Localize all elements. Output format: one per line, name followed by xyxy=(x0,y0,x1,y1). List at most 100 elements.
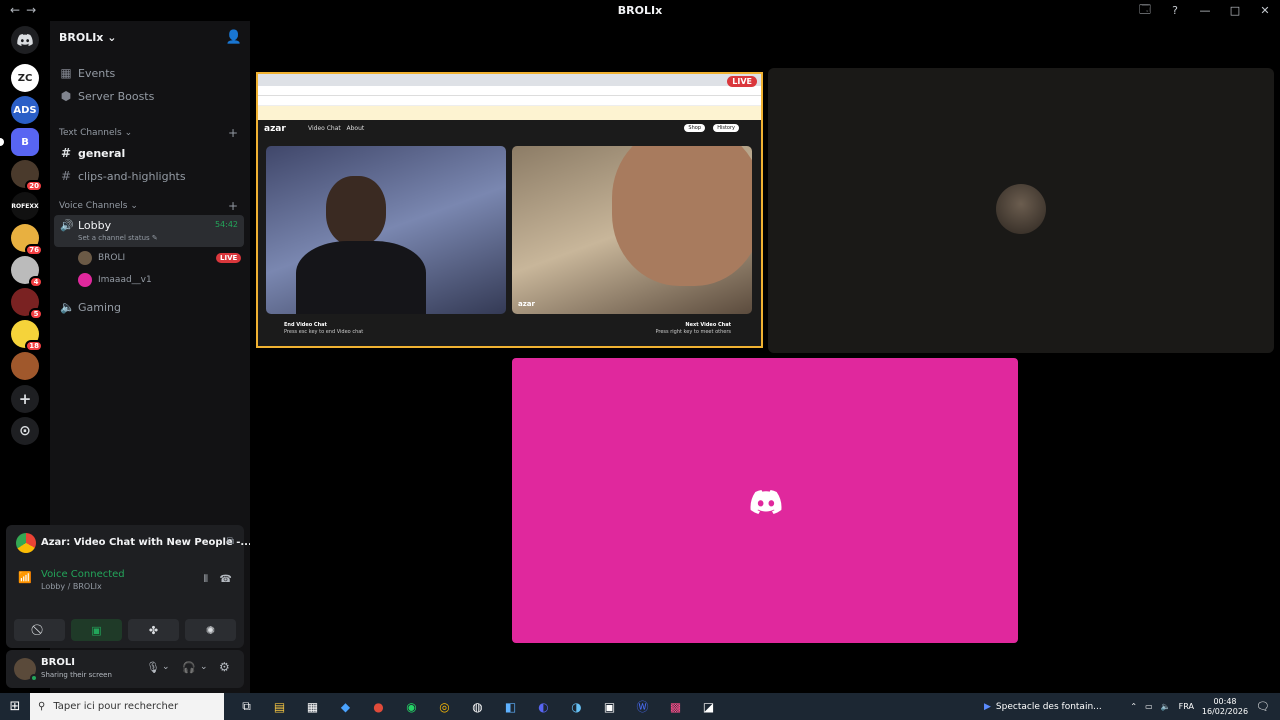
voice-channel-lobby[interactable]: 🔊 Lobby 54:42 Set a channel status ✎ xyxy=(54,215,244,247)
roblox-icon[interactable]: ◪ xyxy=(692,693,725,720)
media-widget[interactable]: ▶ Spectacle des fontain... xyxy=(984,693,1102,720)
chrome-icon xyxy=(16,533,36,553)
chevron-down-icon[interactable]: ⌄ xyxy=(162,662,170,672)
person-body xyxy=(296,241,426,314)
voice-user-imaaad[interactable]: Imaaad__v1 xyxy=(78,273,152,287)
status-label: Set a channel status xyxy=(78,234,150,242)
app-icon[interactable]: ◆ xyxy=(329,693,362,720)
home-button[interactable] xyxy=(11,26,39,54)
channel-status-prompt[interactable]: Set a channel status ✎ xyxy=(78,234,158,242)
volume-icon[interactable]: 🔈 xyxy=(1161,702,1171,711)
channel-label: clips-and-highlights xyxy=(78,169,186,183)
calendar-icon: ▦ xyxy=(60,66,72,80)
search-icon: ⚲ xyxy=(38,701,46,712)
app-icon[interactable]: Ⓦ xyxy=(626,693,659,720)
add-server-button[interactable]: + xyxy=(11,385,39,413)
voice-channels-category[interactable]: Voice Channels ⌄ xyxy=(59,201,138,211)
app-icon[interactable]: ▩ xyxy=(659,693,692,720)
chevron-up-icon[interactable]: ⌃ xyxy=(1130,702,1137,711)
help-icon[interactable]: ? xyxy=(1160,4,1190,17)
taskbar-search[interactable]: ⚲ Taper ici pour rechercher xyxy=(30,693,224,720)
activity-title: Azar: Video Chat with New People -... xyxy=(41,537,252,548)
close-button[interactable]: ✕ xyxy=(1250,4,1280,17)
boosts-label: Server Boosts xyxy=(78,89,155,103)
whatsapp-icon[interactable]: ◉ xyxy=(395,693,428,720)
voice-connected-label[interactable]: Voice Connected xyxy=(41,569,125,580)
inbox-icon[interactable]: 🗔 xyxy=(1130,1,1160,20)
windows-logo-icon: ⊞ xyxy=(9,699,21,714)
azar-remote-video: azar xyxy=(512,146,752,314)
discord-icon[interactable]: ◐ xyxy=(527,693,560,720)
category-label: Text Channels xyxy=(59,128,122,138)
voice-channel-path[interactable]: Lobby / BROLIx xyxy=(41,582,102,591)
server-icon[interactable]: B xyxy=(11,128,39,156)
server-icon[interactable]: 20 xyxy=(11,160,43,192)
disconnect-icon[interactable]: ☎ xyxy=(220,574,232,585)
server-icon[interactable]: 76 xyxy=(11,224,43,256)
activities-button[interactable]: ✤ xyxy=(128,619,179,641)
pencil-icon: ✎ xyxy=(151,234,158,242)
add-voice-channel-icon[interactable]: + xyxy=(228,199,238,213)
start-button[interactable]: ⊞ xyxy=(0,699,30,714)
file-explorer-icon[interactable]: ▤ xyxy=(263,693,296,720)
voice-channel-gaming[interactable]: 🔈 Gaming xyxy=(60,300,121,314)
stop-stream-icon[interactable]: ⧉ xyxy=(227,536,234,547)
avatar xyxy=(996,184,1046,234)
clock[interactable]: 00:48 16/02/2026 xyxy=(1202,697,1248,717)
notifications-icon[interactable]: 🗨 xyxy=(1256,700,1270,713)
task-view-icon[interactable]: ⧉ xyxy=(230,693,263,720)
language-indicator[interactable]: FRA xyxy=(1179,702,1194,711)
channel-general[interactable]: # general xyxy=(60,146,125,160)
azar-web-page: azar Video Chat About Shop History azar … xyxy=(258,120,761,346)
screen-share-tile[interactable]: azar Video Chat About Shop History azar … xyxy=(256,72,763,348)
text-channels-category[interactable]: Text Channels ⌄ xyxy=(59,128,132,138)
chevron-down-icon[interactable]: ⌄ xyxy=(200,662,208,672)
network-icon[interactable]: ▭ xyxy=(1145,702,1153,711)
server-icon[interactable]: ZC xyxy=(11,64,39,92)
nav-about: About xyxy=(346,125,365,132)
noise-suppression-icon[interactable]: ⦀ xyxy=(204,574,208,585)
screen-share-icon: ▣ xyxy=(91,623,102,637)
camera-off-button[interactable]: ⃠ xyxy=(14,619,65,641)
participant-tile-broli[interactable] xyxy=(768,68,1274,353)
clock-time: 00:48 xyxy=(1213,696,1237,706)
participant-tile-imaaad[interactable] xyxy=(512,358,1018,643)
media-title: Spectacle des fontain... xyxy=(995,701,1102,712)
epic-games-icon[interactable]: ▣ xyxy=(593,693,626,720)
events-link[interactable]: ▦ Events xyxy=(60,66,115,80)
server-boosts-link[interactable]: ⬢ Server Boosts xyxy=(60,89,155,103)
app-icon[interactable]: ● xyxy=(362,693,395,720)
maximize-button[interactable]: □ xyxy=(1220,4,1250,17)
hash-icon: # xyxy=(60,146,72,160)
minimize-button[interactable]: — xyxy=(1190,4,1220,17)
voice-stage: azar Video Chat About Shop History azar … xyxy=(250,21,1280,693)
discover-button[interactable]: ⊙ xyxy=(11,417,39,445)
channel-clips-and-highlights[interactable]: # clips-and-highlights xyxy=(60,169,186,183)
lobby-timer: 54:42 xyxy=(214,220,238,229)
store-icon[interactable]: ▦ xyxy=(296,693,329,720)
server-name-header[interactable]: BROLIx ⌄ xyxy=(59,31,116,44)
avatar xyxy=(78,273,92,287)
hash-icon: # xyxy=(60,169,72,183)
obs-icon[interactable]: ◍ xyxy=(461,693,494,720)
browser-bookmarks-bar xyxy=(258,96,761,106)
server-icon[interactable]: 18 xyxy=(11,320,43,352)
microphone-icon[interactable]: 🎙 xyxy=(146,661,160,674)
server-icon[interactable]: ROFEXX xyxy=(11,192,39,220)
server-icon[interactable]: 4 xyxy=(11,256,43,288)
invite-people-icon[interactable]: 👤 xyxy=(226,30,242,45)
server-icon[interactable]: 5 xyxy=(11,288,43,320)
voice-user-broli[interactable]: BROLI xyxy=(78,251,125,265)
screen-share-button[interactable]: ▣ xyxy=(71,619,122,641)
add-text-channel-icon[interactable]: + xyxy=(228,126,238,140)
app-icon[interactable]: ◧ xyxy=(494,693,527,720)
azar-history-button: History xyxy=(713,124,739,132)
soundboard-button[interactable]: ✺ xyxy=(185,619,236,641)
headset-icon[interactable]: 🎧 xyxy=(182,661,196,674)
chrome-icon[interactable]: ◎ xyxy=(428,693,461,720)
steam-icon[interactable]: ◑ xyxy=(560,693,593,720)
windows-taskbar: ⊞ ⚲ Taper ici pour rechercher ⧉ ▤ ▦ ◆ ● ◉… xyxy=(0,693,1280,720)
server-icon[interactable] xyxy=(11,352,39,380)
server-icon[interactable]: ADS xyxy=(11,96,39,124)
settings-gear-icon[interactable]: ⚙ xyxy=(219,660,230,674)
